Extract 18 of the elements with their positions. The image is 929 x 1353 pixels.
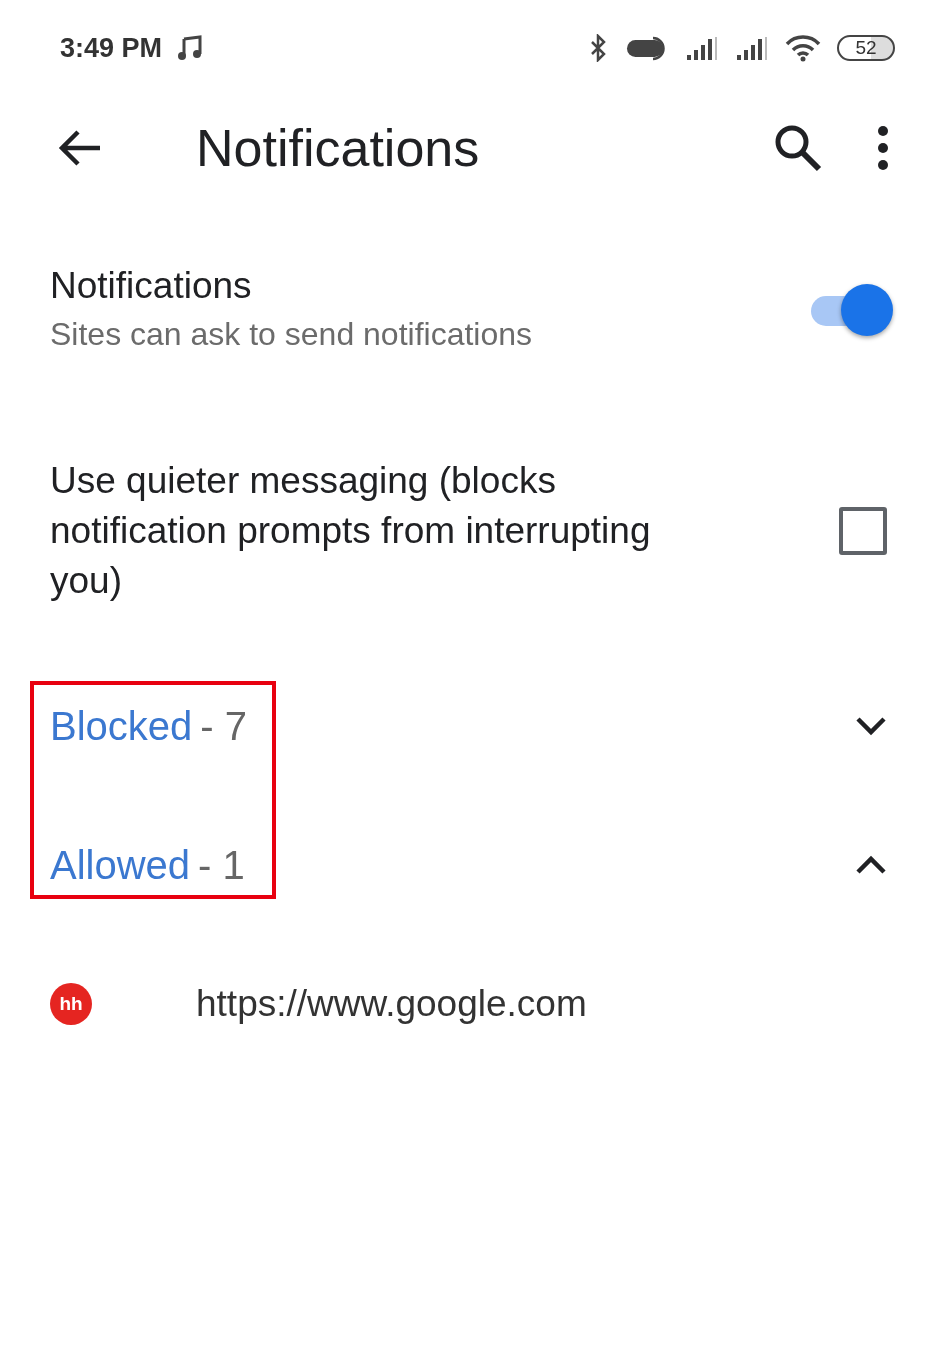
- status-time: 3:49 PM: [60, 31, 163, 65]
- quieter-messaging-checkbox[interactable]: [839, 507, 887, 556]
- wifi-icon: [785, 34, 821, 62]
- site-favicon: hh: [50, 983, 92, 1026]
- section-count: - 1: [198, 841, 245, 889]
- music-note-icon: [178, 35, 203, 61]
- section-title[interactable]: Blocked: [50, 695, 193, 756]
- more-options-icon[interactable]: [875, 125, 891, 171]
- battery-level: 52: [837, 35, 895, 61]
- page-title: Notifications: [196, 118, 481, 179]
- site-url[interactable]: https://www.google.com: [196, 976, 587, 1032]
- setting-description: Sites can ask to send notifications: [50, 315, 533, 355]
- section-count: - 7: [200, 702, 247, 750]
- signal-icon: [735, 35, 769, 61]
- section-title[interactable]: Allowed: [50, 834, 191, 895]
- setting-title: Notifications: [50, 264, 253, 308]
- signal-icon: [685, 35, 719, 61]
- setting-label: Use quieter messaging (blocks notification prompts from interrupting you): [50, 459, 652, 604]
